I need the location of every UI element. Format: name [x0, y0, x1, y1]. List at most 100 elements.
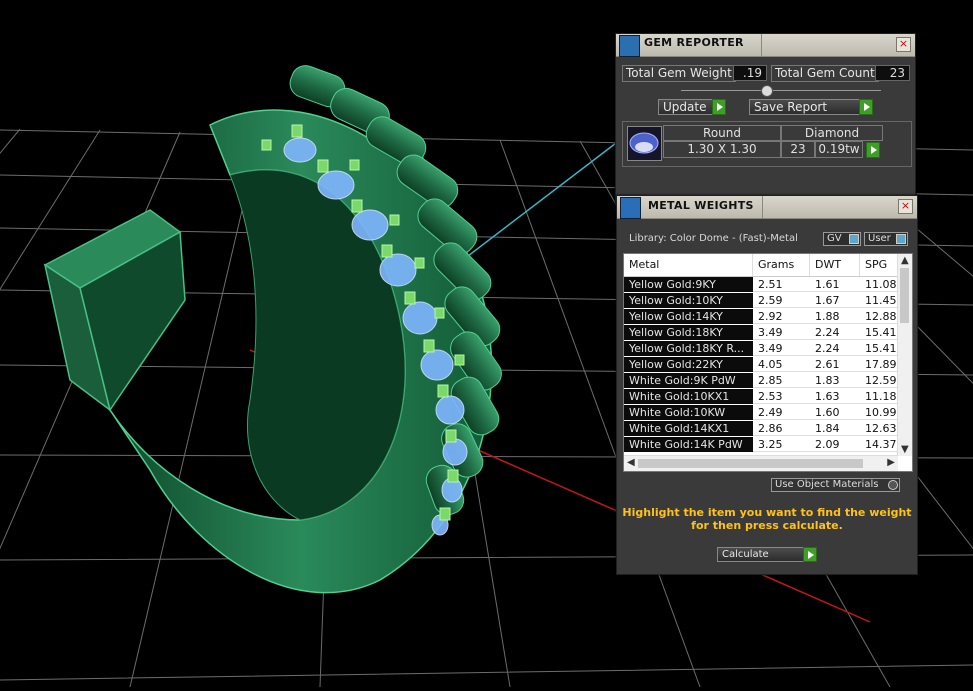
calculate-button[interactable]: Calculate	[717, 547, 817, 562]
gem-shape-thumbnail-icon	[627, 126, 662, 161]
gem-row-play-icon	[866, 142, 880, 158]
scroll-left-icon[interactable]: ◀	[627, 457, 635, 468]
metal-weights-title: METAL WEIGHTS	[648, 199, 754, 212]
metal-weights-titlebar[interactable]: METAL WEIGHTS ×	[617, 196, 917, 219]
save-report-button-label: Save Report	[754, 100, 828, 114]
vertical-scrollbar[interactable]: ▲ ▼	[897, 254, 912, 456]
cell-grams: 3.49	[753, 341, 810, 356]
cell-grams: 2.49	[753, 405, 810, 420]
gem-weight-cell: 0.19tw	[815, 141, 863, 158]
gem-shape-header: Round	[663, 125, 781, 141]
user-toggle-label: User	[868, 233, 891, 244]
total-gem-weight-field[interactable]: .19	[733, 65, 767, 81]
cell-metal: White Gold:10KW	[624, 405, 753, 420]
cell-dwt: 2.24	[810, 325, 860, 340]
column-header-metal[interactable]: Metal	[624, 254, 753, 276]
table-row[interactable]: White Gold:9K PdW 2.85 1.83 12.59	[624, 373, 900, 389]
gem-table: Round 1.30 X 1.30 Diamond 23 0.19tw	[622, 121, 912, 167]
cell-spg: 15.41	[860, 341, 900, 356]
table-row[interactable]: Yellow Gold:9KY 2.51 1.61 11.08	[624, 277, 900, 293]
scroll-up-icon[interactable]: ▲	[901, 255, 909, 266]
table-row[interactable]: Yellow Gold:18KY 3.49 2.24 15.41	[624, 325, 900, 341]
user-toggle[interactable]: User	[864, 232, 908, 246]
use-object-materials-knob	[888, 480, 898, 490]
gem-reporter-titlebar[interactable]: GEM REPORTER ×	[616, 34, 915, 57]
slider-handle[interactable]	[761, 85, 773, 97]
metal-weights-close-button[interactable]: ×	[898, 199, 913, 214]
total-gem-count-field[interactable]: 23	[875, 65, 910, 81]
cell-metal: Yellow Gold:9KY	[624, 277, 753, 292]
table-row[interactable]: White Gold:14KX1 2.86 1.84 12.63	[624, 421, 900, 437]
cell-grams: 2.53	[753, 389, 810, 404]
column-header-spg[interactable]: SPG	[860, 254, 900, 276]
cell-spg: 10.99	[860, 405, 900, 420]
cell-metal: White Gold:9K PdW	[624, 373, 753, 388]
cell-metal: Yellow Gold:14KY	[624, 309, 753, 324]
cell-dwt: 1.88	[810, 309, 860, 324]
metal-weights-list[interactable]: Metal Grams DWT SPG Yellow Gold:9KY 2.51 1…	[623, 253, 913, 472]
gem-reporter-title: GEM REPORTER	[644, 36, 744, 49]
table-row[interactable]: Yellow Gold:14KY 2.92 1.88 12.88	[624, 309, 900, 325]
cell-metal: Yellow Gold:18KY	[624, 325, 753, 340]
cell-metal: White Gold:14K PdW	[624, 437, 753, 452]
cell-grams: 2.85	[753, 373, 810, 388]
gv-toggle-label: GV	[827, 233, 842, 244]
table-row[interactable]: Yellow Gold:22KY 4.05 2.61 17.89	[624, 357, 900, 373]
gv-toggle[interactable]: GV	[823, 232, 861, 246]
table-row[interactable]: Yellow Gold:10KY 2.59 1.67 11.45	[624, 293, 900, 309]
cell-spg: 11.08	[860, 277, 900, 292]
cell-grams: 2.86	[753, 421, 810, 436]
update-button[interactable]: Update	[658, 99, 726, 115]
table-row[interactable]: White Gold:10KX1 2.53 1.63 11.18	[624, 389, 900, 405]
scroll-right-icon[interactable]: ▶	[887, 457, 895, 468]
cell-dwt: 2.61	[810, 357, 860, 372]
gem-reporter-close-button[interactable]: ×	[896, 37, 911, 52]
cell-grams: 2.59	[753, 293, 810, 308]
cell-spg: 12.63	[860, 421, 900, 436]
metal-weights-panel: METAL WEIGHTS × Library: Color Dome - (F…	[616, 195, 918, 575]
total-gem-count-label: Total Gem Count	[771, 65, 879, 82]
cell-dwt: 1.60	[810, 405, 860, 420]
titlebar-divider	[761, 34, 762, 56]
gem-reporter-panel: GEM REPORTER × Total Gem Weight .19 Tota…	[615, 33, 916, 205]
hint-line-1: Highlight the item you want to find the …	[622, 506, 912, 519]
use-object-materials-label: Use Object Materials	[775, 479, 879, 490]
update-button-label: Update	[663, 100, 707, 114]
cell-grams: 2.51	[753, 277, 810, 292]
save-report-button[interactable]: Save Report	[749, 99, 873, 115]
cell-grams: 2.92	[753, 309, 810, 324]
cell-spg: 11.45	[860, 293, 900, 308]
vertical-scroll-thumb[interactable]	[900, 268, 909, 323]
cell-dwt: 1.84	[810, 421, 860, 436]
gem-shape-size: 1.30 X 1.30	[663, 141, 781, 158]
table-row[interactable]: White Gold:10KW 2.49 1.60 10.99	[624, 405, 900, 421]
cell-dwt: 1.67	[810, 293, 860, 308]
table-row[interactable]: White Gold:14K PdW 3.25 2.09 14.37	[624, 437, 900, 453]
use-object-materials-toggle[interactable]: Use Object Materials	[771, 478, 900, 492]
metal-list-header: Metal Grams DWT SPG	[624, 254, 898, 277]
cell-grams: 4.05	[753, 357, 810, 372]
column-header-dwt[interactable]: DWT	[810, 254, 860, 276]
cell-dwt: 1.61	[810, 277, 860, 292]
table-row[interactable]: Yellow Gold:18KY R... 3.49 2.24 15.41	[624, 341, 900, 357]
cell-dwt: 2.09	[810, 437, 860, 452]
cell-spg: 15.41	[860, 325, 900, 340]
slider-track[interactable]	[681, 90, 881, 91]
cell-metal: Yellow Gold:10KY	[624, 293, 753, 308]
cell-dwt: 2.24	[810, 341, 860, 356]
save-report-play-icon	[859, 99, 873, 115]
cell-metal: White Gold:10KX1	[624, 389, 753, 404]
user-toggle-knob	[896, 234, 906, 244]
library-label: Library: Color Dome - (Fast)-Metal	[629, 233, 798, 244]
column-header-grams[interactable]: Grams	[753, 254, 810, 276]
scroll-down-icon[interactable]: ▼	[901, 444, 909, 455]
hint-line-2: for then press calculate.	[691, 519, 843, 532]
gem-reporter-logo-icon	[619, 35, 640, 57]
total-gem-weight-label: Total Gem Weight	[622, 65, 736, 82]
calculate-button-label: Calculate	[722, 549, 769, 560]
horizontal-scrollbar[interactable]: ◀ ▶	[624, 455, 898, 471]
cell-metal: Yellow Gold:22KY	[624, 357, 753, 372]
horizontal-scroll-thumb[interactable]	[638, 459, 863, 468]
gem-material-header: Diamond	[781, 125, 883, 141]
gem-row-go-button[interactable]	[866, 142, 880, 158]
